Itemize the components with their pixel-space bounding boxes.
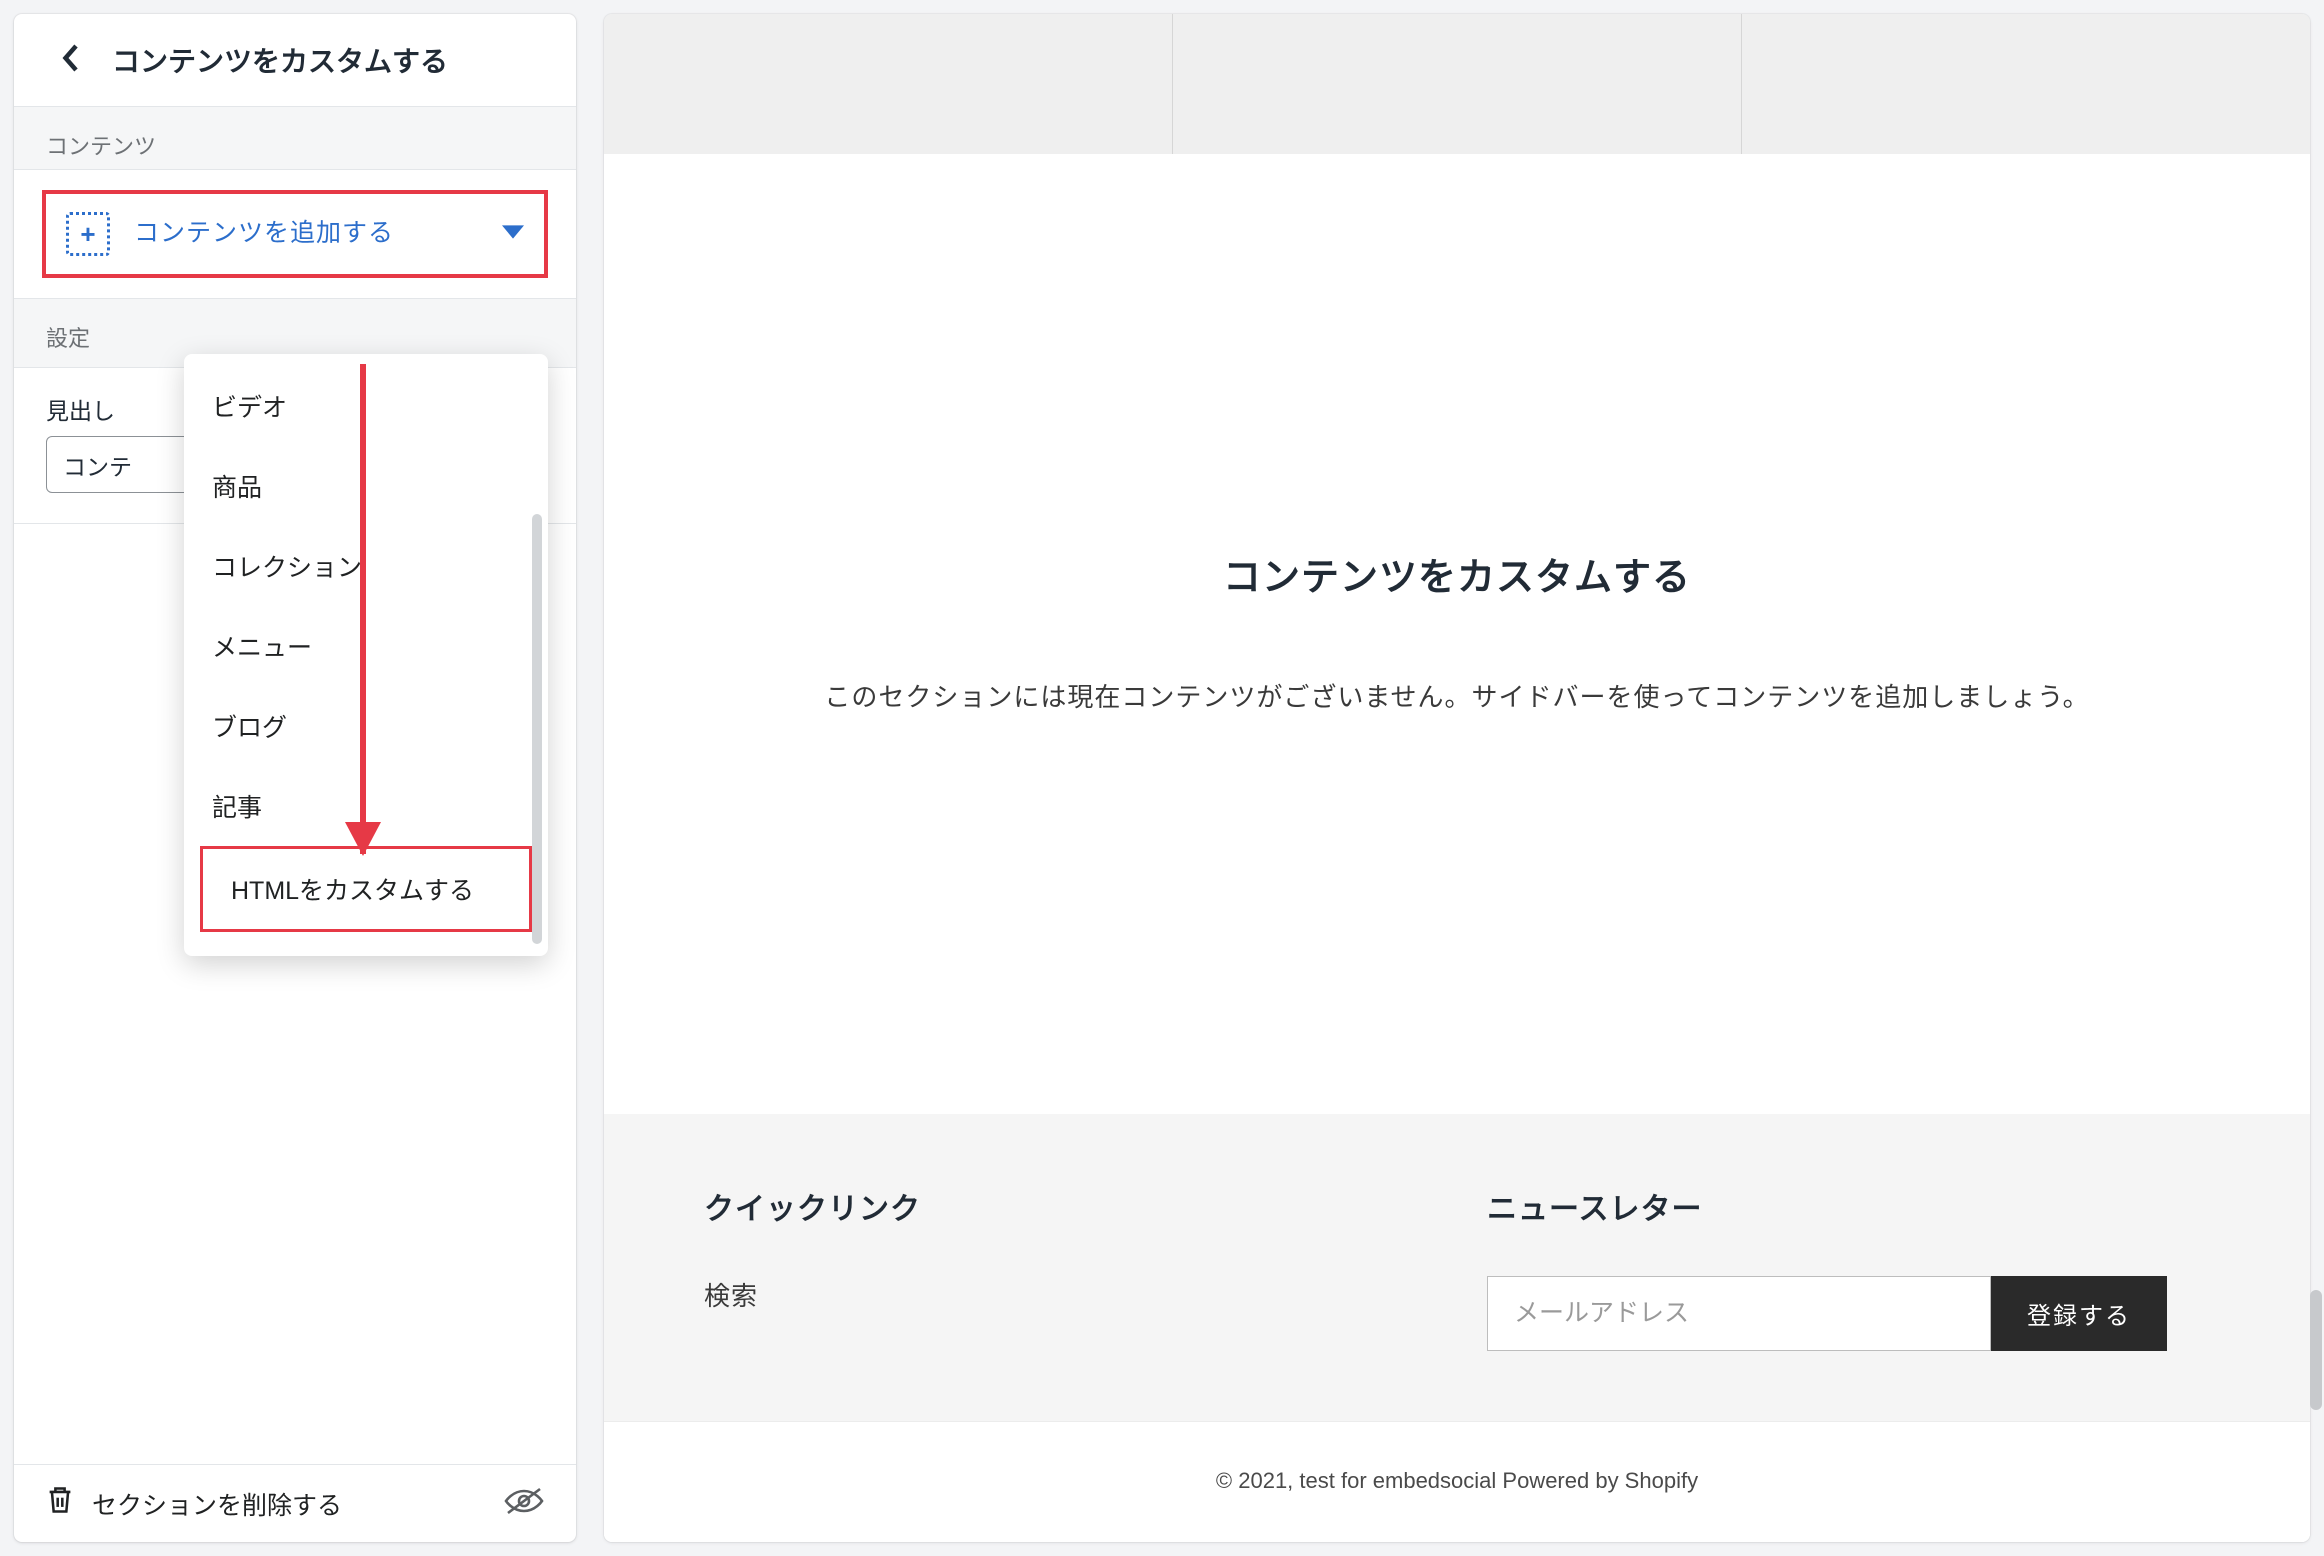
annotation-arrow [360, 364, 366, 854]
footer-col2-title: ニュースレター [1487, 1184, 2210, 1228]
page-scrollbar[interactable] [2310, 1290, 2322, 1410]
eye-off-icon [504, 1503, 544, 1520]
preview-header-slot [604, 14, 1173, 154]
chevron-left-icon [61, 43, 79, 78]
back-button[interactable] [50, 40, 90, 80]
newsletter-subscribe-button[interactable]: 登録する [1991, 1276, 2167, 1351]
preview-hero-title: コンテンツをカスタムする [1223, 546, 1691, 601]
dropdown-item-menu[interactable]: メニュー [184, 606, 548, 686]
preview-copyright: © 2021, test for embedsocial Powered by … [604, 1421, 2310, 1542]
visibility-toggle[interactable] [504, 1486, 544, 1521]
add-content-dropdown: ビデオ 商品 コレクション メニュー ブログ 記事 HTMLをカスタムする [184, 354, 548, 956]
newsletter-form: 登録する [1487, 1276, 2167, 1351]
dropdown-item-custom-html[interactable]: HTMLをカスタムする [200, 846, 532, 932]
delete-section-button[interactable]: セクションを削除する [46, 1485, 342, 1522]
theme-preview: コンテンツをカスタムする このセクションには現在コンテンツがございません。サイド… [604, 14, 2310, 1542]
preview-hero-subtitle: このセクションには現在コンテンツがございません。サイドバーを使ってコンテンツを追… [824, 671, 2089, 723]
sidebar-title: コンテンツをカスタムする [112, 40, 448, 80]
dropdown-item-collection[interactable]: コレクション [184, 526, 548, 606]
add-content-button[interactable]: + コンテンツを追加する [42, 190, 548, 278]
preview-header-slot [1173, 14, 1742, 154]
add-content-row: + コンテンツを追加する [14, 170, 576, 299]
dropdown-item-video[interactable]: ビデオ [184, 366, 548, 446]
editor-sidebar: コンテンツをカスタムする コンテンツ + コンテンツを追加する 設定 見出し ビ… [14, 14, 576, 1542]
footer-link-search[interactable]: 検索 [704, 1281, 758, 1311]
content-section-label: コンテンツ [14, 107, 576, 170]
caret-down-icon [502, 225, 524, 244]
preview-header-placeholder [604, 14, 2310, 154]
footer-column-quicklinks: クイックリンク 検索 [704, 1184, 1427, 1351]
newsletter-email-input[interactable] [1487, 1276, 1991, 1351]
footer-col1-title: クイックリンク [704, 1184, 1427, 1228]
sidebar-footer: セクションを削除する [14, 1464, 576, 1542]
dropdown-item-blog[interactable]: ブログ [184, 686, 548, 766]
add-block-icon: + [66, 212, 110, 256]
delete-section-label: セクションを削除する [92, 1486, 342, 1522]
preview-header-slot [1742, 14, 2310, 154]
dropdown-item-product[interactable]: 商品 [184, 446, 548, 526]
sidebar-header: コンテンツをカスタムする [14, 14, 576, 107]
trash-icon [46, 1485, 74, 1522]
preview-hero: コンテンツをカスタムする このセクションには現在コンテンツがございません。サイド… [604, 154, 2310, 1114]
dropdown-scrollbar[interactable] [532, 514, 542, 944]
preview-footer: クイックリンク 検索 ニュースレター 登録する [604, 1114, 2310, 1421]
footer-column-newsletter: ニュースレター 登録する [1487, 1184, 2210, 1351]
add-content-label: コンテンツを追加する [134, 215, 478, 253]
